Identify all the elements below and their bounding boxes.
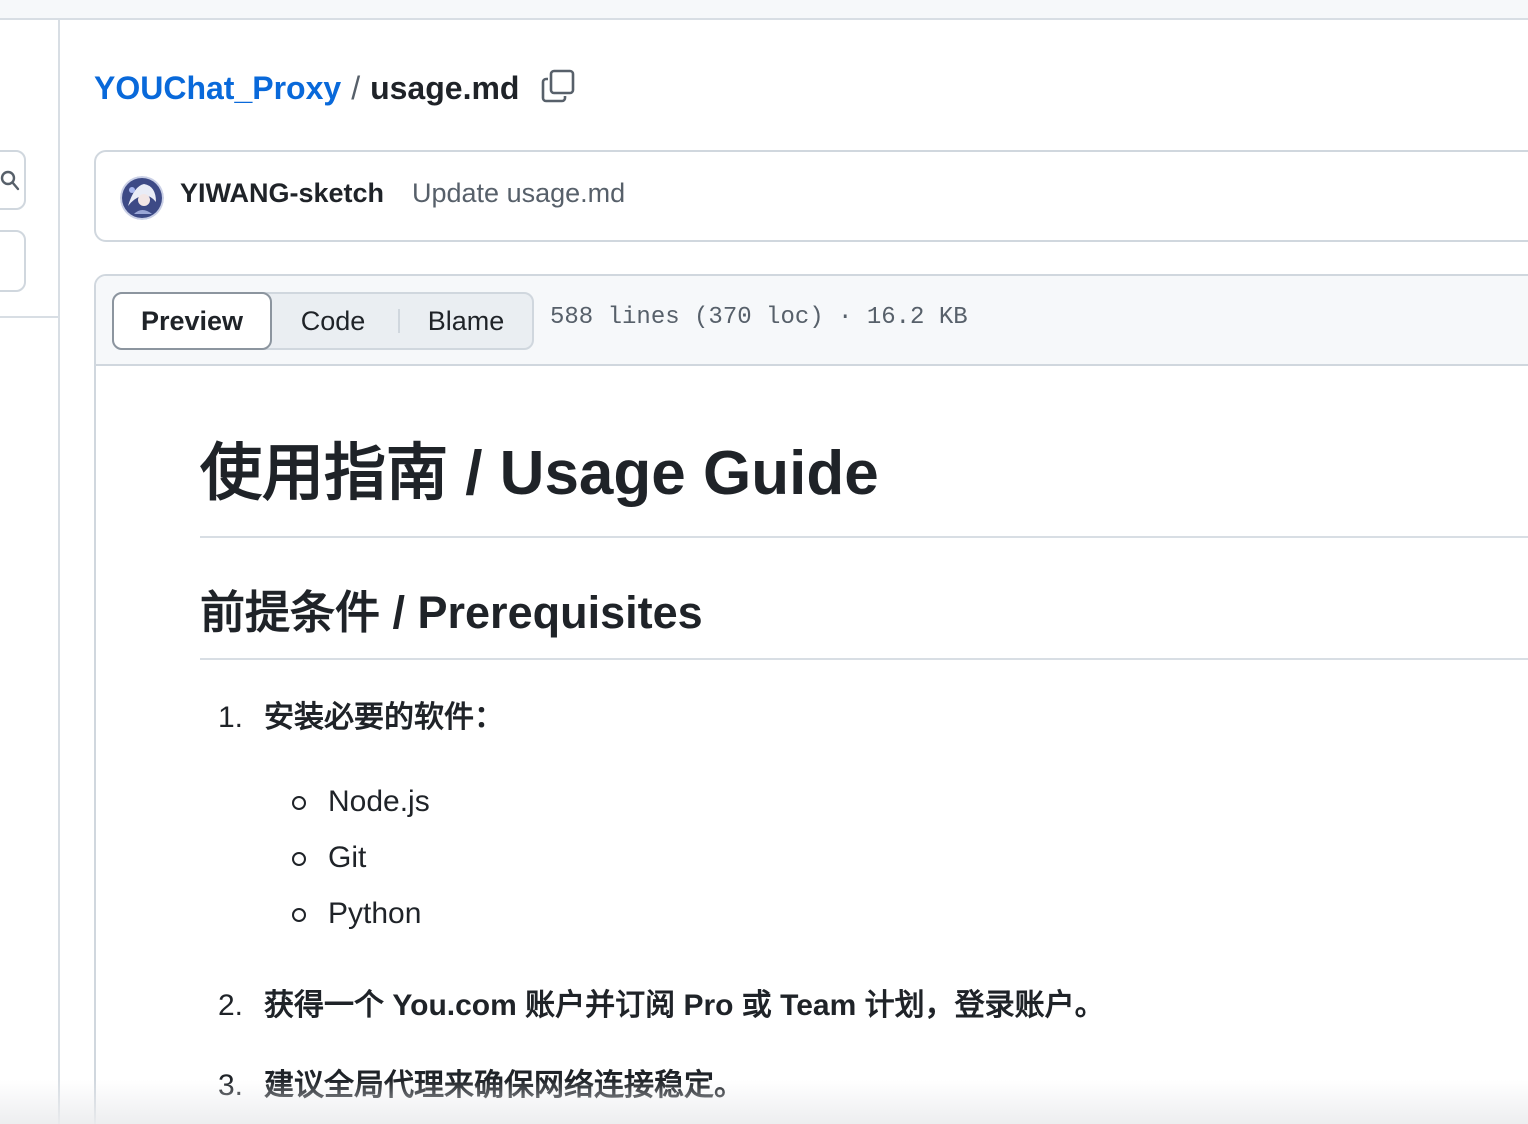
tab-blame[interactable]: Blame [404,294,528,348]
rail-divider [0,316,58,318]
list-item: 3. 建议全局代理来确保网络连接稳定。 [200,1064,1528,1108]
sub-list-item: Node.js [200,780,1528,836]
commit-author-link[interactable]: YIWANG-sketch [180,178,384,209]
sub-list-item-text: Git [328,841,367,874]
list-item-text: 获得一个 You.com 账户并订阅 Pro 或 Team 计划，登录账户。 [264,989,1105,1022]
heading-prerequisites: 前提条件 / Prerequisites [200,587,703,638]
sub-list-item: Git [200,836,1528,892]
file-header: Preview Code Blame 588 lines (370 loc) ·… [96,276,1528,366]
sub-list-item: Python [200,892,1528,948]
tab-divider [398,309,400,333]
circle-bullet-icon [292,796,306,810]
copy-path-button[interactable] [536,64,580,108]
left-rail [0,20,60,1124]
heading-usage-guide: 使用指南 / Usage Guide [200,439,879,508]
sub-list-item-text: Node.js [328,785,430,818]
avatar[interactable] [120,176,164,220]
sub-list-item-text: Python [328,897,422,930]
markdown-body: 使用指南 / Usage Guide 前提条件 / Prerequisites … [200,366,1528,1108]
latest-commit-box: YIWANG-sketch Update usage.md [94,150,1528,242]
file-search-input[interactable] [0,150,26,210]
page: YOUChat_Proxy / usage.md YIWANG-sketch U… [0,0,1528,1124]
list-number: 1. [218,701,244,734]
view-mode-switch: Preview Code Blame [112,292,534,350]
search-icon [0,170,20,191]
list-item-text: 建议全局代理来确保网络连接稳定。 [264,1069,744,1102]
breadcrumb-file-name: usage.md [370,69,520,106]
go-to-file-box[interactable] [0,230,26,292]
list-item: 2. 获得一个 You.com 账户并订阅 Pro 或 Team 计划，登录账户… [200,984,1528,1028]
commit-message-link[interactable]: Update usage.md [412,178,625,209]
file-meta: 588 lines (370 loc) · 16.2 KB [550,304,968,331]
heading-rule [200,536,1528,538]
circle-bullet-icon [292,908,306,922]
tab-code[interactable]: Code [274,294,392,348]
breadcrumb-repo-link[interactable]: YOUChat_Proxy [94,70,341,107]
copy-icon [541,69,575,103]
breadcrumb: YOUChat_Proxy / usage.md [94,64,519,112]
tab-preview[interactable]: Preview [112,292,272,350]
list-item-text: 安装必要的软件： [264,701,504,734]
sub-list: Node.js Git Python [200,780,1528,948]
list-number: 2. [218,989,244,1022]
list-item: 1. 安装必要的软件： [200,696,1528,740]
heading-rule [200,658,1528,660]
circle-bullet-icon [292,852,306,866]
file-viewer: Preview Code Blame 588 lines (370 loc) ·… [94,274,1528,1124]
top-strip [0,0,1528,20]
breadcrumb-separator: / [351,69,361,106]
list-number: 3. [218,1069,244,1102]
